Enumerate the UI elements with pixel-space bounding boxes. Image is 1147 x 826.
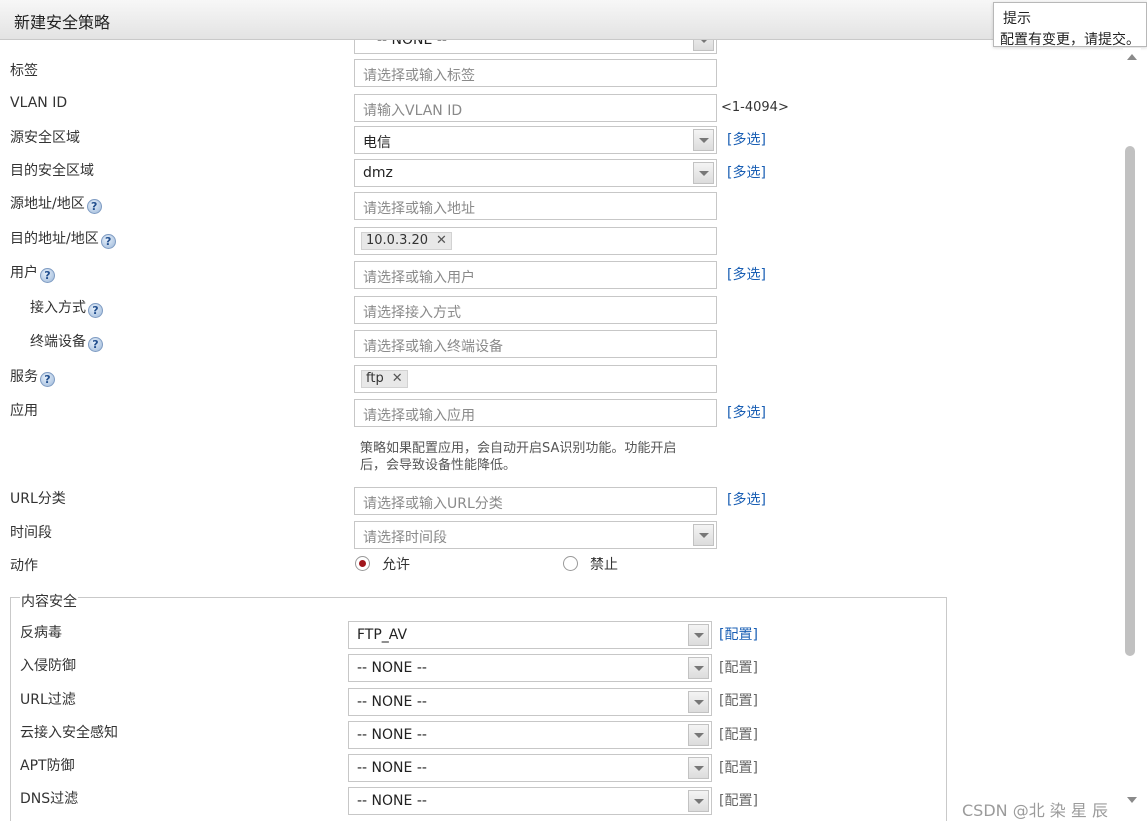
cs-label-ips: 入侵防御 bbox=[20, 658, 76, 674]
vlan-input[interactable]: 请输入VLAN ID bbox=[354, 94, 717, 122]
scroll-up-arrow-icon[interactable] bbox=[1127, 54, 1137, 60]
dst-zone-select[interactable]: dmz bbox=[354, 159, 717, 187]
user-input[interactable]: 请选择或输入用户 bbox=[354, 261, 717, 289]
cs-config-cloud: [配置] bbox=[719, 727, 758, 743]
tag-label: 标签 bbox=[10, 63, 38, 79]
chevron-down-icon[interactable] bbox=[688, 724, 709, 746]
service-tag: ftp ✕ bbox=[361, 370, 408, 388]
src-addr-input[interactable]: 请选择或输入地址 bbox=[354, 192, 717, 220]
cs-label-dns: DNS过滤 bbox=[20, 791, 79, 807]
action-allow-radio[interactable] bbox=[355, 556, 370, 571]
vlan-label: VLAN ID bbox=[10, 95, 68, 111]
dialog-title: 新建安全策略 bbox=[14, 13, 111, 32]
chevron-down-icon[interactable] bbox=[693, 162, 714, 184]
action-deny-radio[interactable] bbox=[563, 556, 578, 571]
chevron-down-icon[interactable] bbox=[693, 524, 714, 546]
tag-input[interactable]: 请选择或输入标签 bbox=[354, 59, 717, 87]
watermark: CSDN @北 染 星 辰 bbox=[962, 801, 1108, 820]
src-zone-label: 源安全区域 bbox=[10, 130, 80, 146]
cs-select-ips[interactable]: -- NONE -- bbox=[348, 654, 712, 682]
chevron-down-icon[interactable] bbox=[688, 757, 709, 779]
dst-addr-label: 目的地址/地区? bbox=[10, 228, 116, 249]
scrollbar-thumb[interactable] bbox=[1125, 146, 1135, 656]
remove-tag-icon[interactable]: ✕ bbox=[392, 371, 403, 386]
scroll-down-arrow-icon[interactable] bbox=[1127, 797, 1137, 803]
terminal-label: 终端设备? bbox=[30, 331, 103, 352]
help-icon[interactable]: ? bbox=[88, 303, 103, 318]
dst-addr-input[interactable]: 10.0.3.20 ✕ bbox=[354, 227, 717, 255]
chevron-down-icon[interactable] bbox=[693, 40, 714, 51]
src-zone-select[interactable]: 电信 bbox=[354, 126, 717, 154]
service-label: 服务? bbox=[10, 366, 55, 387]
help-icon[interactable]: ? bbox=[40, 372, 55, 387]
cs-config-ips: [配置] bbox=[719, 660, 758, 676]
dialog-titlebar: 新建安全策略 bbox=[0, 0, 1147, 40]
src-zone-multi-link[interactable]: [多选] bbox=[727, 129, 766, 149]
service-input[interactable]: ftp ✕ bbox=[354, 365, 717, 393]
src-addr-label: 源地址/地区? bbox=[10, 193, 102, 214]
chevron-down-icon[interactable] bbox=[688, 790, 709, 812]
user-multi-link[interactable]: [多选] bbox=[727, 264, 766, 284]
cs-label-cloud: 云接入安全感知 bbox=[20, 725, 118, 741]
app-hint-line2: 后，会导致设备性能降低。 bbox=[360, 458, 517, 473]
help-icon[interactable]: ? bbox=[40, 268, 55, 283]
user-label: 用户? bbox=[10, 262, 55, 283]
schedule-select[interactable]: 请选择时间段 bbox=[354, 521, 717, 549]
cs-select-url-filter[interactable]: -- NONE -- bbox=[348, 688, 712, 716]
terminal-input[interactable]: 请选择或输入终端设备 bbox=[354, 330, 717, 358]
top-partial-select[interactable]: -- NONE -- bbox=[354, 40, 717, 54]
cs-select-cloud[interactable]: -- NONE -- bbox=[348, 721, 712, 749]
app-multi-link[interactable]: [多选] bbox=[727, 402, 766, 422]
dst-zone-label: 目的安全区域 bbox=[10, 163, 94, 179]
cs-config-antivirus[interactable]: [配置] bbox=[719, 624, 758, 644]
form-content: -- NONE -- 标签 请选择或输入标签 VLAN ID 请输入VLAN I… bbox=[0, 40, 1123, 821]
cs-select-dns[interactable]: -- NONE -- bbox=[348, 787, 712, 815]
vlan-range: <1-4094> bbox=[721, 100, 789, 115]
action-deny-label[interactable]: 禁止 bbox=[590, 554, 618, 574]
chevron-down-icon[interactable] bbox=[688, 691, 709, 713]
action-allow-label[interactable]: 允许 bbox=[382, 554, 410, 574]
help-icon[interactable]: ? bbox=[88, 337, 103, 352]
access-label: 接入方式? bbox=[30, 297, 103, 318]
cs-select-antivirus[interactable]: FTP_AV bbox=[348, 621, 712, 649]
chevron-down-icon[interactable] bbox=[688, 657, 709, 679]
chevron-down-icon[interactable] bbox=[688, 624, 709, 646]
dst-addr-tag: 10.0.3.20 ✕ bbox=[361, 232, 452, 250]
help-icon[interactable]: ? bbox=[86, 199, 102, 214]
url-cat-input[interactable]: 请选择或输入URL分类 bbox=[354, 487, 717, 515]
content-security-legend: 内容安全 bbox=[20, 591, 78, 611]
vertical-scrollbar[interactable] bbox=[1123, 48, 1141, 821]
chevron-down-icon[interactable] bbox=[693, 129, 714, 151]
remove-tag-icon[interactable]: ✕ bbox=[436, 233, 447, 248]
cs-config-dns: [配置] bbox=[719, 793, 758, 809]
app-hint-line1: 策略如果配置应用，会自动开启SA识别功能。功能开启 bbox=[360, 441, 677, 456]
url-cat-label: URL分类 bbox=[10, 491, 66, 507]
cs-config-url-filter: [配置] bbox=[719, 693, 758, 709]
help-icon[interactable]: ? bbox=[100, 234, 116, 249]
cs-label-antivirus: 反病毒 bbox=[20, 625, 62, 641]
schedule-label: 时间段 bbox=[10, 525, 52, 541]
cs-label-url-filter: URL过滤 bbox=[20, 692, 76, 708]
access-input[interactable]: 请选择接入方式 bbox=[354, 296, 717, 324]
tooltip-title: 提示 bbox=[1003, 11, 1031, 27]
cs-label-apt: APT防御 bbox=[20, 758, 75, 774]
action-label: 动作 bbox=[10, 558, 38, 574]
cs-config-apt: [配置] bbox=[719, 760, 758, 776]
cs-select-apt[interactable]: -- NONE -- bbox=[348, 754, 712, 782]
app-input[interactable]: 请选择或输入应用 bbox=[354, 399, 717, 427]
app-label: 应用 bbox=[10, 403, 38, 419]
dst-zone-multi-link[interactable]: [多选] bbox=[727, 162, 766, 182]
url-cat-multi-link[interactable]: [多选] bbox=[727, 489, 766, 509]
